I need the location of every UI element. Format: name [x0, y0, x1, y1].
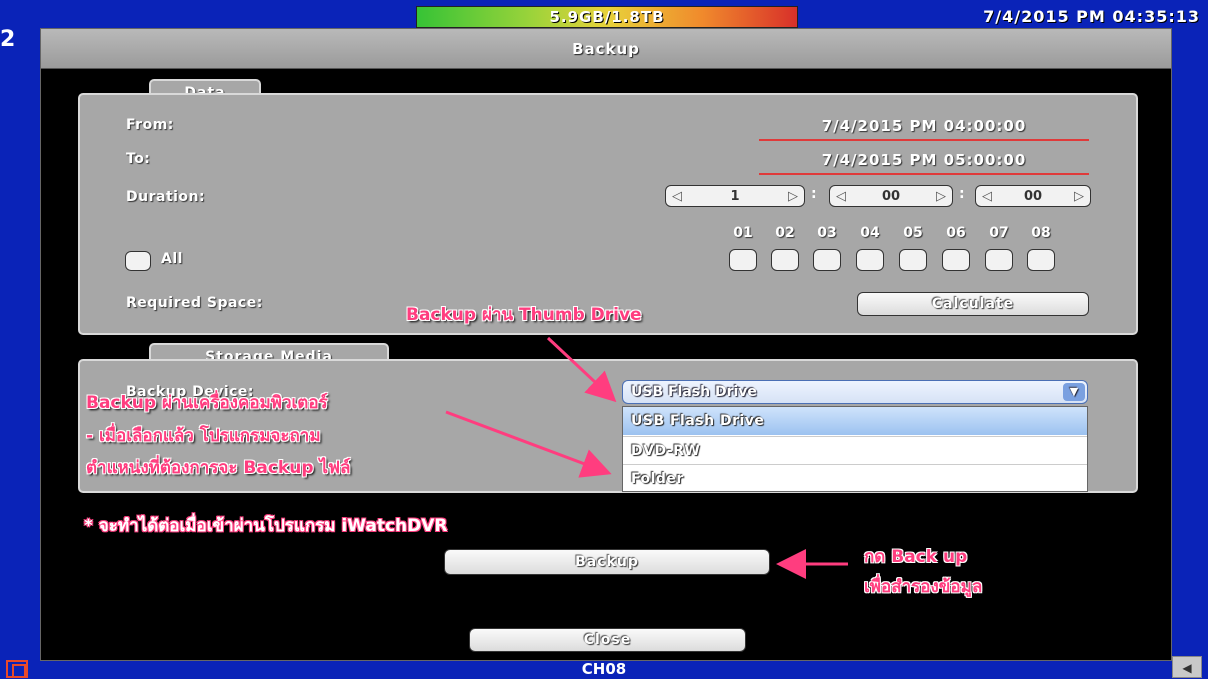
annotation-computer-line1: Backup ผ่านเครื่องคอมพิวเตอร์: [86, 393, 328, 413]
arrow-to-folder: [445, 410, 612, 478]
annotation-arrows: [445, 336, 848, 579]
arrow-to-usb: [546, 336, 617, 403]
channel-label: CH08: [581, 660, 627, 678]
annotation-computer-line3: ตำแหน่งที่ต้องการจะ Backup ไฟล์: [86, 458, 351, 478]
annotation-press-backup-line1: กด Back up: [864, 547, 968, 567]
annotation-press-backup-line2: เพื่อสำรองข้อมูล: [864, 577, 983, 597]
annotation-iwatch-note: * จะทำได้ต่อเมื่อเข้าผ่านโปรแกรม iWatchD…: [84, 516, 448, 536]
annotation-thumb-drive: Backup ผ่าน Thumb Drive: [406, 305, 642, 325]
speaker-icon[interactable]: ◀: [1172, 656, 1202, 678]
annotation-computer-line2: - เมื่อเลือกแล้ว โปรแกรมจะถาม: [86, 426, 321, 446]
